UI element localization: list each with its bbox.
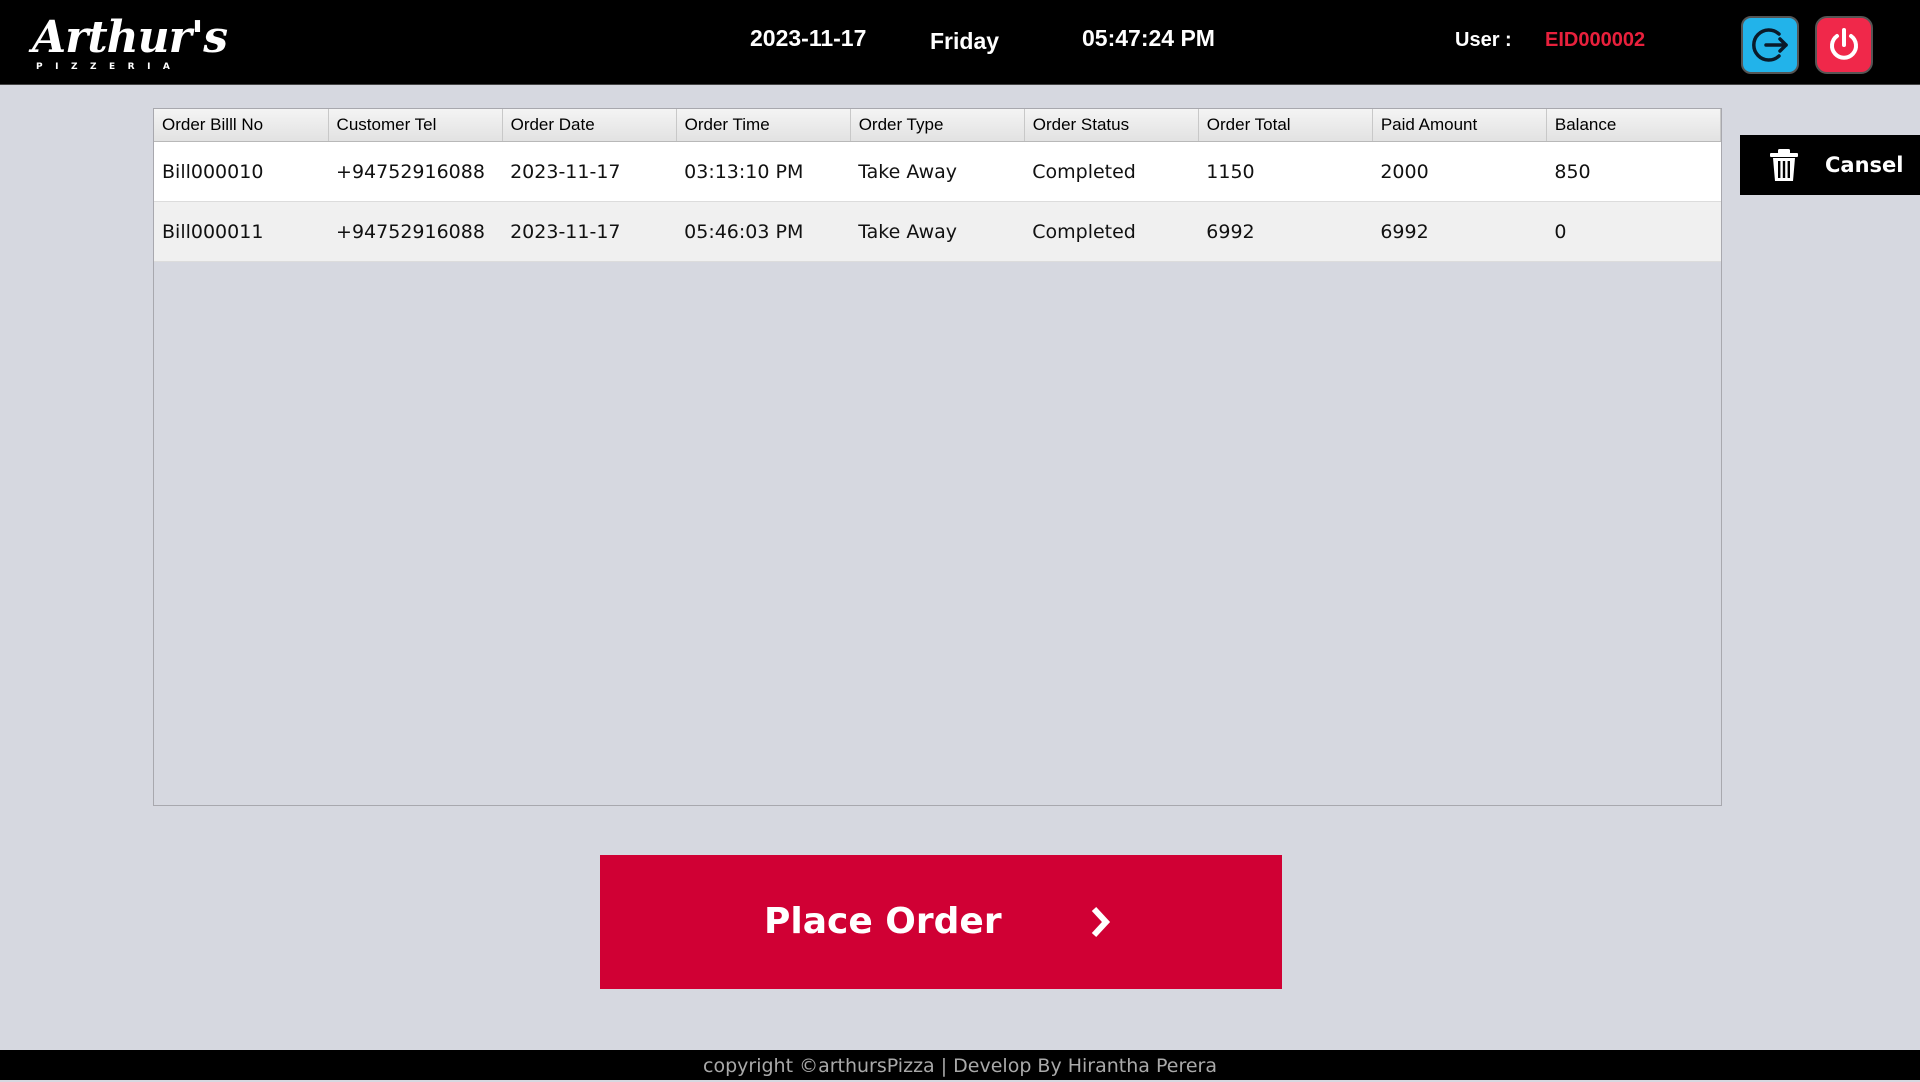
cell-paid-amount: 6992 [1372,201,1547,262]
table-row[interactable]: Bill000010 +94752916088 2023-11-17 03:13… [154,141,1721,202]
cell-order-status: Completed [1024,141,1199,202]
orders-table[interactable]: Order Billl No Customer Tel Order Date O… [153,108,1722,806]
cell-customer-tel: +94752916088 [328,141,503,202]
logo: Arthur's PIZZERIA [32,14,228,74]
cell-order-total: 1150 [1198,141,1373,202]
cell-order-type: Take Away [850,201,1025,262]
logo-text: Arthur's [32,12,228,63]
cell-order-time: 05:46:03 PM [676,201,851,262]
current-day: Friday [930,28,1000,54]
cell-balance: 850 [1546,141,1721,202]
user-label: User : [1455,29,1512,51]
logout-button[interactable] [1741,16,1799,74]
cell-order-time: 03:13:10 PM [676,141,851,202]
column-header-order-total[interactable]: Order Total [1198,109,1373,142]
current-date: 2023-11-17 [750,25,867,51]
column-header-order-status[interactable]: Order Status [1024,109,1199,142]
cell-order-type: Take Away [850,141,1025,202]
cell-order-date: 2023-11-17 [502,201,677,262]
column-header-order-time[interactable]: Order Time [676,109,851,142]
power-icon [1830,28,1858,60]
cell-bill-no: Bill000011 [154,201,329,262]
cell-order-date: 2023-11-17 [502,141,677,202]
column-header-paid-amount[interactable]: Paid Amount [1372,109,1547,142]
column-header-bill-no[interactable]: Order Billl No [154,109,329,142]
cell-bill-no: Bill000010 [154,141,329,202]
table-header-row: Order Billl No Customer Tel Order Date O… [154,109,1721,142]
current-time: 05:47:24 PM [1082,25,1215,51]
cell-customer-tel: +94752916088 [328,201,503,262]
cancel-button[interactable]: Cansel [1740,135,1920,195]
column-header-order-type[interactable]: Order Type [850,109,1025,142]
trash-icon [1770,149,1798,181]
footer: copyright ©arthursPizza | Develop By Hir… [0,1050,1920,1080]
user-id: EID000002 [1545,29,1646,51]
power-button[interactable] [1815,16,1873,74]
table-row[interactable]: Bill000011 +94752916088 2023-11-17 05:46… [154,201,1721,262]
cell-order-total: 6992 [1198,201,1373,262]
cell-balance: 0 [1546,201,1721,262]
column-header-balance[interactable]: Balance [1546,109,1721,142]
column-header-order-date[interactable]: Order Date [502,109,677,142]
chevron-right-icon [1091,906,1111,938]
place-order-label: Place Order [764,901,1002,942]
logout-icon [1752,28,1788,62]
cell-order-status: Completed [1024,201,1199,262]
cancel-button-label: Cansel [1825,153,1904,177]
logo-subtext: PIZZERIA [36,62,183,72]
column-header-customer-tel[interactable]: Customer Tel [328,109,503,142]
cell-paid-amount: 2000 [1372,141,1547,202]
place-order-button[interactable]: Place Order [600,855,1282,989]
footer-text: copyright ©arthursPizza | Develop By Hir… [703,1055,1217,1077]
top-bar: Arthur's PIZZERIA 2023-11-17 Friday 05:4… [0,0,1920,85]
